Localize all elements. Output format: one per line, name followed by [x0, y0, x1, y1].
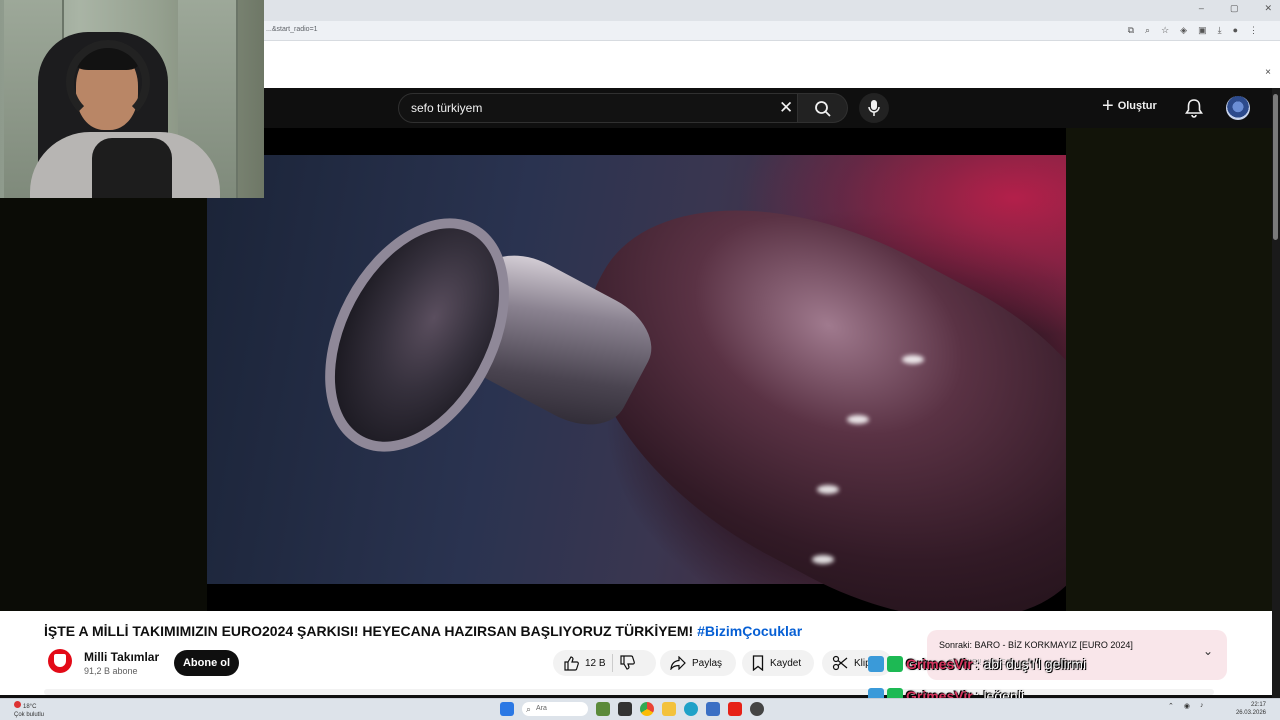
- viewer-badge-icon: [868, 656, 884, 672]
- chat-username: GrimesVir: [906, 656, 973, 672]
- download-icon[interactable]: ⤓: [1218, 25, 1222, 36]
- clock-time: 22:17: [1250, 702, 1266, 708]
- notifications-bell-icon[interactable]: [1185, 98, 1203, 118]
- task-view-icon[interactable]: [618, 702, 632, 716]
- screen: – ▢ ✕ ...&start_radio=1 ⧉ ⌕ ☆ ◈ ▣ ⤓ ● ⋮ …: [0, 0, 1280, 720]
- video-frame-image: [207, 132, 1066, 611]
- share-label: Paylaş: [692, 657, 723, 669]
- account-avatar[interactable]: [1226, 96, 1250, 120]
- minimize-button[interactable]: –: [1199, 3, 1204, 14]
- url-text[interactable]: ...&start_radio=1: [266, 26, 318, 33]
- light-glint: [902, 355, 924, 364]
- store-icon[interactable]: [706, 702, 720, 716]
- mic-icon: [868, 100, 880, 116]
- system-tray: ⌃ ◉ ♪: [1168, 702, 1203, 710]
- bookmark-star-icon[interactable]: ☆: [1161, 25, 1169, 36]
- light-glint: [817, 485, 839, 494]
- webcam-person-shirt: [92, 138, 172, 198]
- video-player[interactable]: [207, 128, 1066, 611]
- volume-icon[interactable]: ♪: [1200, 702, 1204, 710]
- thumbs-up-icon: [564, 656, 579, 671]
- extension-icon[interactable]: ◈: [1180, 25, 1187, 36]
- left-ambient-area: [0, 198, 207, 611]
- chat-message: GrimesVir : abi duş'ı'l gelirmi: [868, 655, 1086, 673]
- scissors-icon: [832, 655, 848, 671]
- taskbar-clock[interactable]: 22:17 26.03.2026: [1226, 701, 1266, 717]
- sub-badge-icon: [887, 656, 903, 672]
- windows-start-icon[interactable]: [500, 702, 514, 716]
- chrome-icon[interactable]: [640, 702, 654, 716]
- browser-toolbar-icons: ⧉ ⌕ ☆ ◈ ▣ ⤓ ● ⋮: [1128, 25, 1258, 36]
- right-ambient-area: [1066, 128, 1272, 611]
- webcam-overlay: [0, 0, 264, 198]
- side-panel-close-icon[interactable]: ×: [1265, 67, 1271, 78]
- chat-text: : abi duş'ı'l gelirmi: [975, 656, 1087, 672]
- zoom-icon[interactable]: ⌕: [1145, 25, 1150, 36]
- notification-dot-icon: [14, 701, 21, 708]
- windows-taskbar: 18°C Çok bulutlu Ara ⌃ ◉ ♪ 22:17 26.03.2…: [0, 698, 1280, 720]
- close-window-button[interactable]: ✕: [1264, 3, 1272, 14]
- bookmark-icon: [752, 655, 764, 671]
- save-label: Kaydet: [770, 657, 802, 669]
- up-next-title: Sonraki: BARO - BİZ KORKMAYIZ [EURO 2024…: [939, 640, 1133, 650]
- video-title: İŞTE A MİLLİ TAKIMIMIZIN EURO2024 ŞARKIS…: [44, 623, 802, 639]
- weather-widget[interactable]: 18°C Çok bulutlu: [14, 701, 44, 719]
- channel-avatar[interactable]: [48, 649, 72, 673]
- light-glint: [812, 555, 834, 564]
- install-icon[interactable]: ⧉: [1128, 25, 1134, 36]
- search-button[interactable]: [798, 93, 848, 123]
- create-button[interactable]: + Oluştur: [1102, 96, 1157, 116]
- profile-icon[interactable]: ●: [1233, 25, 1238, 36]
- tray-expand-icon[interactable]: ⌃: [1168, 702, 1174, 710]
- channel-subscriber-count: 91,2 B abone: [84, 666, 138, 676]
- like-dislike-group: 12 B: [553, 650, 656, 676]
- hashtag-link[interactable]: #BizimÇocuklar: [697, 623, 802, 639]
- taskbar-search-input[interactable]: Ara: [522, 702, 588, 716]
- like-divider: [611, 654, 613, 672]
- voice-search-button[interactable]: [859, 93, 889, 123]
- file-explorer-icon[interactable]: [662, 702, 676, 716]
- channel-name[interactable]: Milli Takımlar: [84, 650, 159, 664]
- save-button[interactable]: Kaydet: [742, 650, 814, 676]
- video-title-text: İŞTE A MİLLİ TAKIMIMIZIN EURO2024 ŞARKIS…: [44, 623, 694, 639]
- thumbs-down-icon[interactable]: [619, 655, 635, 671]
- share-arrow-icon: [670, 656, 686, 670]
- youtube-app-icon[interactable]: [728, 702, 742, 716]
- search-icon: [815, 101, 831, 117]
- search-query[interactable]: sefo türkiyem: [411, 101, 482, 115]
- weather-desc: Çok bulutlu: [14, 712, 45, 718]
- menu-icon[interactable]: ⋮: [1249, 25, 1258, 36]
- create-label: Oluştur: [1117, 100, 1157, 112]
- widgets-icon[interactable]: [596, 702, 610, 716]
- close-icon[interactable]: ✕: [779, 98, 793, 118]
- weather-temp: 18°C: [23, 704, 37, 710]
- network-icon[interactable]: ◉: [1184, 702, 1190, 710]
- like-button[interactable]: 12 B: [563, 655, 606, 671]
- page-scrollbar[interactable]: [1272, 88, 1280, 698]
- webcam-headset: [66, 40, 150, 124]
- subscribe-button[interactable]: Abone ol: [174, 650, 239, 676]
- video-info-panel: İŞTE A MİLLİ TAKIMIMIZIN EURO2024 ŞARKIS…: [0, 611, 1272, 695]
- scrollbar-thumb[interactable]: [1273, 94, 1278, 240]
- maximize-button[interactable]: ▢: [1230, 3, 1239, 14]
- youtube-header: sefo türkiyem ✕ + Oluştur: [264, 88, 1280, 128]
- clock-date: 26.03.2026: [1235, 710, 1266, 716]
- tab-icon[interactable]: ▣: [1198, 25, 1207, 36]
- taskbar-apps: Ara: [500, 702, 764, 716]
- window-controls: – ▢ ✕: [1199, 3, 1272, 14]
- obs-icon[interactable]: [750, 702, 764, 716]
- description-edge: [44, 689, 1214, 695]
- edge-icon[interactable]: [684, 702, 698, 716]
- share-button[interactable]: Paylaş: [660, 650, 736, 676]
- chevron-down-icon[interactable]: ⌄: [1203, 644, 1213, 658]
- plus-icon: +: [1102, 95, 1114, 117]
- search-input[interactable]: sefo türkiyem ✕: [398, 93, 798, 123]
- light-glint: [847, 415, 869, 424]
- like-count: 12 B: [585, 657, 606, 669]
